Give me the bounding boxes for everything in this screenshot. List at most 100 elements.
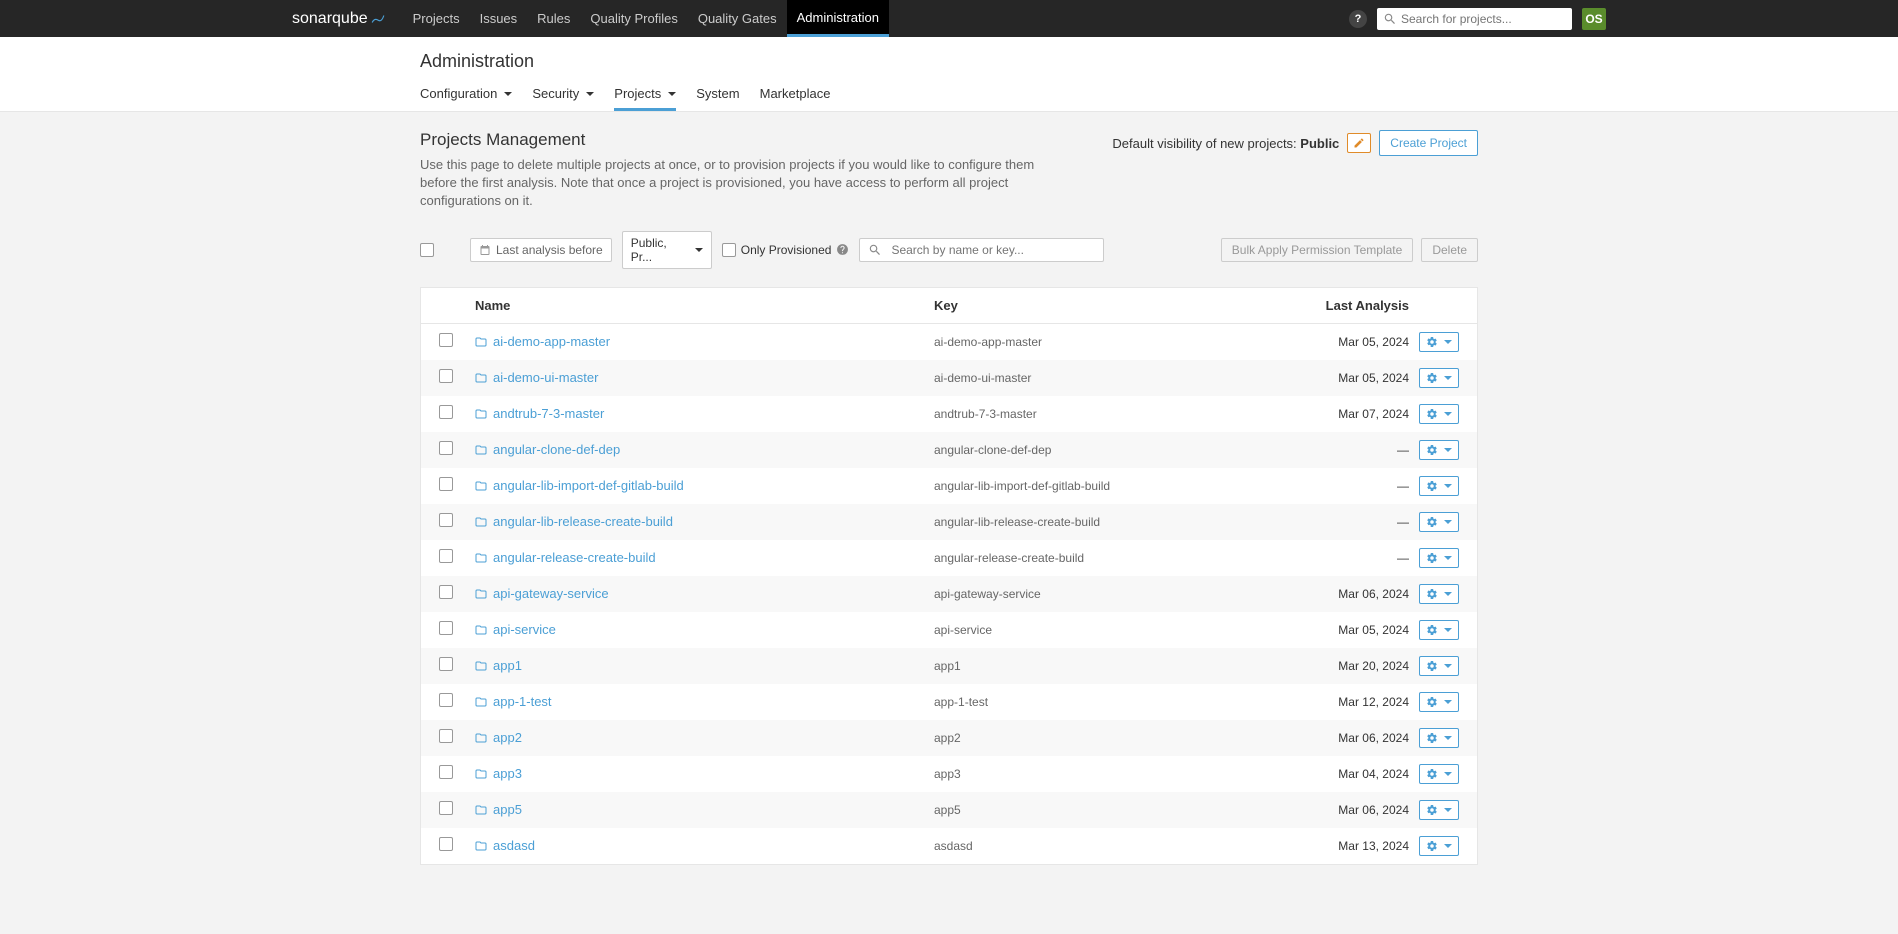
row-checkbox[interactable] [439, 369, 453, 383]
nav-item-quality-profiles[interactable]: Quality Profiles [580, 0, 687, 37]
project-key: angular-lib-import-def-gitlab-build [934, 479, 1110, 493]
project-link[interactable]: app-1-test [475, 694, 934, 709]
filter-visibility-select[interactable]: Public, Pr... [622, 231, 712, 269]
delete-button[interactable]: Delete [1421, 238, 1478, 262]
row-actions-button[interactable] [1419, 584, 1459, 604]
gear-icon [1426, 336, 1438, 348]
row-checkbox[interactable] [439, 441, 453, 455]
filter-date[interactable]: Last analysis before [470, 238, 612, 262]
row-actions-button[interactable] [1419, 476, 1459, 496]
only-provisioned-checkbox[interactable] [722, 243, 736, 257]
subnav-item-marketplace[interactable]: Marketplace [760, 86, 831, 111]
row-checkbox[interactable] [439, 585, 453, 599]
topnav: sonarqube ProjectsIssuesRulesQuality Pro… [0, 0, 1898, 37]
project-link[interactable]: app3 [475, 766, 934, 781]
project-link[interactable]: angular-lib-import-def-gitlab-build [475, 478, 934, 493]
gear-icon [1426, 588, 1438, 600]
project-search[interactable] [859, 238, 1104, 262]
project-key: app5 [934, 803, 961, 817]
project-link[interactable]: api-gateway-service [475, 586, 934, 601]
search-icon [868, 243, 882, 257]
project-link[interactable]: angular-lib-release-create-build [475, 514, 934, 529]
row-checkbox[interactable] [439, 657, 453, 671]
table-row: angular-lib-release-create-buildangular-… [421, 504, 1477, 540]
bulk-apply-button[interactable]: Bulk Apply Permission Template [1221, 238, 1414, 262]
create-project-button[interactable]: Create Project [1379, 130, 1478, 156]
chevron-down-icon [1444, 520, 1452, 524]
section-title: Projects Management [420, 130, 1070, 150]
project-link[interactable]: app1 [475, 658, 934, 673]
project-link[interactable]: app2 [475, 730, 934, 745]
row-actions-button[interactable] [1419, 656, 1459, 676]
project-link[interactable]: andtrub-7-3-master [475, 406, 934, 421]
project-link[interactable]: ai-demo-app-master [475, 334, 934, 349]
row-checkbox[interactable] [439, 765, 453, 779]
global-search[interactable] [1377, 8, 1572, 30]
nav-item-administration[interactable]: Administration [787, 0, 889, 37]
last-analysis-date: Mar 06, 2024 [1338, 587, 1409, 601]
project-link[interactable]: ai-demo-ui-master [475, 370, 934, 385]
project-key: app2 [934, 731, 961, 745]
subnav-item-system[interactable]: System [696, 86, 739, 111]
project-link[interactable]: app5 [475, 802, 934, 817]
edit-visibility-button[interactable] [1347, 133, 1371, 153]
nav-item-projects[interactable]: Projects [403, 0, 470, 37]
row-checkbox[interactable] [439, 477, 453, 491]
chevron-down-icon [668, 92, 676, 96]
subnav-item-security[interactable]: Security [532, 86, 594, 111]
project-link[interactable]: asdasd [475, 838, 934, 853]
row-actions-button[interactable] [1419, 836, 1459, 856]
row-actions-button[interactable] [1419, 512, 1459, 532]
only-provisioned-filter[interactable]: Only Provisioned [722, 243, 850, 257]
global-search-input[interactable] [1401, 12, 1566, 26]
row-checkbox[interactable] [439, 621, 453, 635]
row-checkbox[interactable] [439, 549, 453, 563]
project-search-input[interactable] [891, 243, 1095, 257]
select-all-checkbox[interactable] [420, 243, 434, 257]
nav-item-issues[interactable]: Issues [470, 0, 528, 37]
project-icon [475, 840, 487, 852]
row-actions-button[interactable] [1419, 368, 1459, 388]
last-analysis-date: — [1397, 551, 1409, 565]
row-actions-button[interactable] [1419, 440, 1459, 460]
row-actions-button[interactable] [1419, 728, 1459, 748]
row-checkbox[interactable] [439, 729, 453, 743]
col-name: Name [475, 298, 934, 313]
row-actions-button[interactable] [1419, 332, 1459, 352]
row-checkbox[interactable] [439, 801, 453, 815]
row-actions-button[interactable] [1419, 764, 1459, 784]
chevron-down-icon [1444, 700, 1452, 704]
nav-item-rules[interactable]: Rules [527, 0, 580, 37]
project-link[interactable]: angular-clone-def-dep [475, 442, 934, 457]
help-icon[interactable]: ? [1349, 10, 1367, 28]
chevron-down-icon [586, 92, 594, 96]
row-checkbox[interactable] [439, 333, 453, 347]
project-key: angular-release-create-build [934, 551, 1084, 565]
row-checkbox[interactable] [439, 693, 453, 707]
row-actions-button[interactable] [1419, 404, 1459, 424]
table-row: app5app5Mar 06, 2024 [421, 792, 1477, 828]
row-actions-button[interactable] [1419, 800, 1459, 820]
row-actions-button[interactable] [1419, 548, 1459, 568]
project-link[interactable]: angular-release-create-build [475, 550, 934, 565]
nav-item-quality-gates[interactable]: Quality Gates [688, 0, 787, 37]
chevron-down-icon [1444, 772, 1452, 776]
last-analysis-date: — [1397, 515, 1409, 529]
table-row: andtrub-7-3-masterandtrub-7-3-masterMar … [421, 396, 1477, 432]
logo[interactable]: sonarqube [292, 10, 403, 28]
last-analysis-date: — [1397, 479, 1409, 493]
project-icon [475, 588, 487, 600]
row-checkbox[interactable] [439, 513, 453, 527]
gear-icon [1426, 480, 1438, 492]
subnav-item-projects[interactable]: Projects [614, 86, 676, 111]
row-checkbox[interactable] [439, 405, 453, 419]
row-checkbox[interactable] [439, 837, 453, 851]
page-header: Administration ConfigurationSecurityProj… [0, 37, 1898, 112]
user-avatar[interactable]: OS [1582, 8, 1606, 30]
last-analysis-date: Mar 07, 2024 [1338, 407, 1409, 421]
subnav-item-configuration[interactable]: Configuration [420, 86, 512, 111]
project-link[interactable]: api-service [475, 622, 934, 637]
gear-icon [1426, 444, 1438, 456]
row-actions-button[interactable] [1419, 620, 1459, 640]
row-actions-button[interactable] [1419, 692, 1459, 712]
